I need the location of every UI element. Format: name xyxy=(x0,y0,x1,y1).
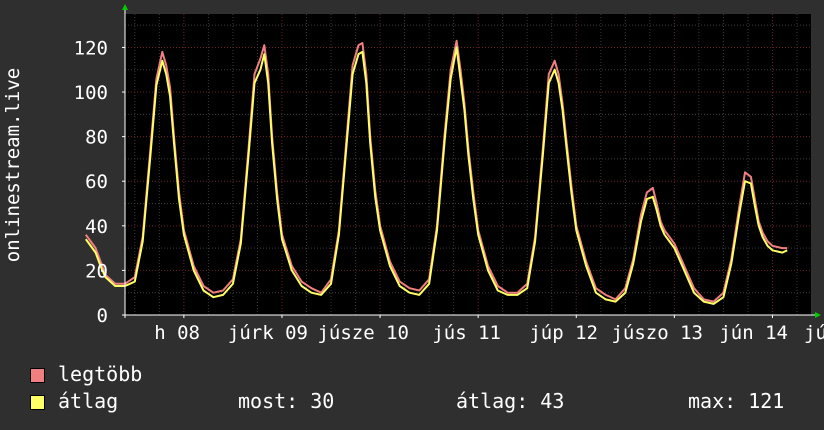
y-tick-label: 40 xyxy=(85,216,108,238)
x-tick-label: jús 11 xyxy=(432,322,501,344)
legend-avg: átlag xyxy=(30,389,118,413)
legend-avg-label: átlag xyxy=(58,389,119,413)
y-tick-labels: 0 20 40 60 80 100 120 xyxy=(74,37,108,327)
y-tick-label: 20 xyxy=(85,260,108,282)
y-tick-label: 100 xyxy=(74,82,108,104)
x-tick-label: jún 14 xyxy=(719,322,788,344)
y-axis-label: onlinestream.live xyxy=(2,68,24,262)
legend-max-swatch xyxy=(30,368,45,383)
legend-max-label: legtöbb xyxy=(58,362,143,386)
y-tick-label: 120 xyxy=(74,37,108,59)
x-tick-label: jú xyxy=(804,322,824,344)
x-axis-arrow xyxy=(815,312,821,318)
legend-avg-swatch xyxy=(30,395,45,410)
stat-avg: átlag: 43 xyxy=(456,389,565,413)
stat-max: max: 121 xyxy=(688,389,785,413)
x-tick-labels: h 08 júrk 09 júsze 10 jús 11 júp 12 júszo 13 j… xyxy=(154,322,824,344)
x-tick-label: júsze 10 xyxy=(317,322,409,344)
x-tick-label: h 08 xyxy=(154,322,200,344)
y-tick-label: 60 xyxy=(85,171,108,193)
legend-max: legtöbb xyxy=(30,362,142,386)
x-tick-label: júp 12 xyxy=(529,322,598,344)
plot-area xyxy=(125,14,811,315)
stat-now: most: 30 xyxy=(238,389,335,413)
y-tick-label: 0 xyxy=(97,305,108,327)
y-axis-arrow xyxy=(122,4,128,10)
x-tick-label: júszo 13 xyxy=(611,322,703,344)
x-tick-label: júrk 09 xyxy=(228,322,308,344)
y-tick-label: 80 xyxy=(85,127,108,149)
